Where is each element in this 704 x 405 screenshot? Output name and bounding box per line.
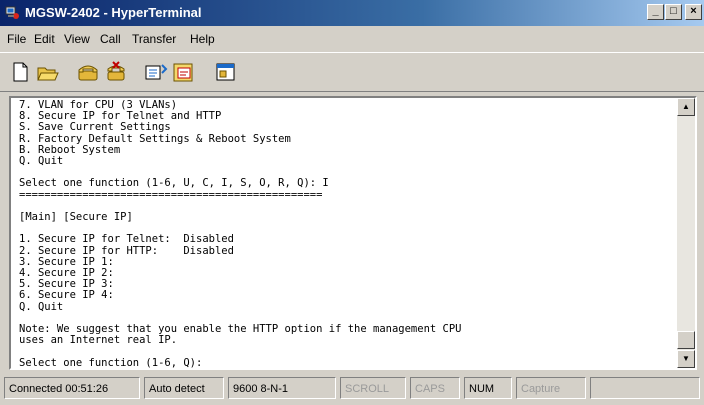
status-settings: 9600 8-N-1 xyxy=(228,377,336,399)
menu-file[interactable]: File xyxy=(7,32,26,46)
status-extra xyxy=(590,377,700,399)
menu-help[interactable]: Help xyxy=(190,32,215,46)
hyperterminal-icon xyxy=(5,6,19,19)
toolbar xyxy=(0,52,704,92)
menu-view[interactable]: View xyxy=(64,32,90,46)
status-num: NUM xyxy=(464,377,512,399)
status-connected: Connected 00:51:26 xyxy=(4,377,140,399)
close-button[interactable]: × xyxy=(685,4,702,20)
send-icon[interactable] xyxy=(144,61,168,83)
scroll-up-button[interactable]: ▲ xyxy=(677,98,695,116)
disconnect-icon[interactable] xyxy=(104,61,128,83)
menu-call[interactable]: Call xyxy=(100,32,121,46)
menu-edit[interactable]: Edit xyxy=(34,32,55,46)
status-bar: Connected 00:51:26 Auto detect 9600 8-N-… xyxy=(0,374,704,405)
terminal-text: 7. VLAN for CPU (3 VLANs) 8. Secure IP f… xyxy=(19,99,462,368)
terminal-frame: 7. VLAN for CPU (3 VLANs) 8. Secure IP f… xyxy=(9,96,697,370)
status-scroll: SCROLL xyxy=(340,377,406,399)
menu-transfer[interactable]: Transfer xyxy=(132,32,176,46)
scroll-down-button[interactable]: ▼ xyxy=(677,350,695,368)
hyperterminal-window: MGSW-2402 - HyperTerminal _ □ × File Edi… xyxy=(0,0,704,405)
vertical-scrollbar[interactable]: ▲ ▼ xyxy=(677,98,695,368)
minimize-button[interactable]: _ xyxy=(647,4,664,20)
window-title: MGSW-2402 - HyperTerminal xyxy=(25,5,202,20)
phone-icon[interactable] xyxy=(76,61,100,83)
status-detect: Auto detect xyxy=(144,377,224,399)
status-capture: Capture xyxy=(516,377,586,399)
open-icon[interactable] xyxy=(36,61,60,83)
new-icon[interactable] xyxy=(8,61,32,83)
scroll-thumb[interactable] xyxy=(677,331,695,349)
terminal-screen[interactable]: 7. VLAN for CPU (3 VLANs) 8. Secure IP f… xyxy=(11,98,677,368)
maximize-button[interactable]: □ xyxy=(665,4,682,20)
receive-icon[interactable] xyxy=(172,61,196,83)
properties-icon[interactable] xyxy=(214,61,238,83)
title-bar[interactable]: MGSW-2402 - HyperTerminal _ □ × xyxy=(0,0,704,26)
status-caps: CAPS xyxy=(410,377,460,399)
menu-bar: File Edit View Call Transfer Help xyxy=(0,28,704,50)
